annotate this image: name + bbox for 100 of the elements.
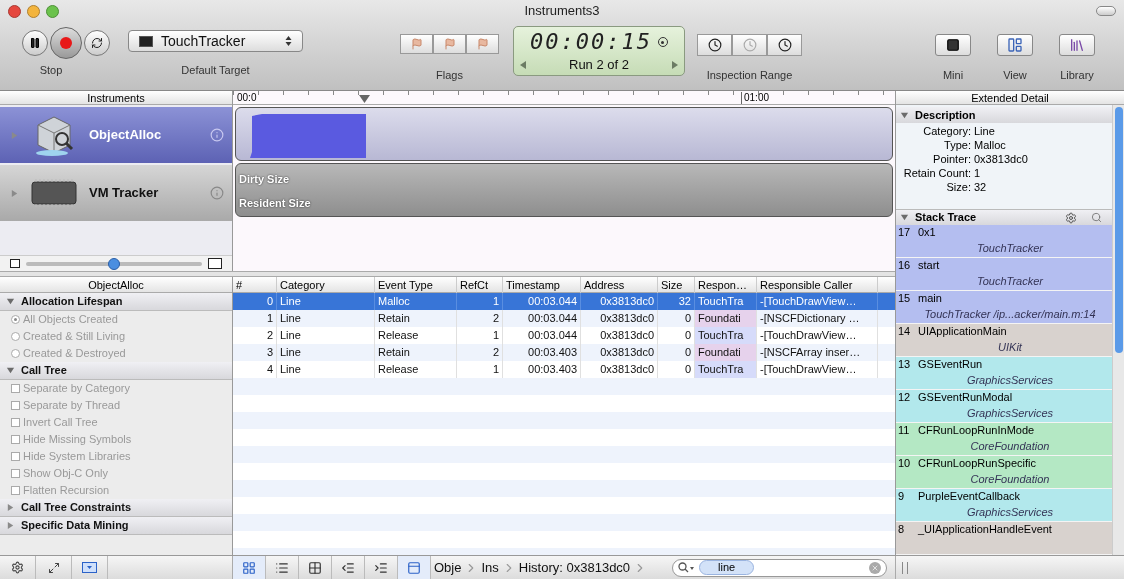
previous-arrow-icon[interactable] [519,59,527,70]
field-label: Type: [943,138,971,152]
table-cell: 0x3813dc0 [581,293,658,310]
info-icon[interactable] [210,186,224,200]
search-field[interactable]: line [672,558,887,577]
search-icon[interactable] [1091,212,1102,223]
table-cell: Retain [375,310,457,327]
table-cell: -[TouchDrawView… [757,361,878,378]
table-row[interactable]: 0 Line Malloc 1 00:03.044 0x3813dc0 32 TouchTra -[TouchDrawView… [233,293,895,310]
loop-button[interactable] [84,30,110,56]
pause-icon [29,37,41,49]
frame-index: 11 [898,423,911,438]
scrollbar[interactable] [1112,105,1124,555]
breadcrumb-item[interactable]: History: 0x3813dc0 [515,557,634,578]
breadcrumb-item[interactable]: Obje [431,557,465,578]
table-cell: Foundati [695,310,757,327]
playhead-marker-icon[interactable] [359,95,370,103]
clock-icon [742,38,757,52]
pause-button[interactable] [22,30,48,56]
toolbar-label: Library [1060,68,1094,83]
panel-toggle-icon [82,562,97,573]
view-mode-button[interactable] [398,556,431,579]
stack-frame[interactable]: 16 start TouchTracker [896,258,1112,291]
column-header: Instruments [0,91,232,105]
target-dropdown[interactable]: TouchTracker [128,30,303,52]
disclosure-triangle-icon[interactable] [6,297,15,306]
settings-icon[interactable] [1065,211,1077,224]
table-cell: 00:03.044 [503,327,581,344]
disclosure-triangle-icon[interactable] [900,110,909,120]
range-start-button[interactable] [697,34,732,56]
section-header[interactable]: Call Tree [0,362,232,380]
instrument-track[interactable]: ObjectAlloc [0,107,232,163]
table-cell: Line [277,361,375,378]
disclosure-triangle-icon[interactable] [10,188,19,198]
instrument-track[interactable]: VM Tracker [0,165,232,221]
field-value: Malloc [974,138,1006,152]
close-button[interactable] [8,4,21,18]
view-mode-icon [341,560,355,575]
table-row[interactable]: 2 Line Release 1 00:03.044 0x3813dc0 0 TouchTra -[TouchDrawView… [233,327,895,344]
stack-frame[interactable]: 12 GSEventRunModal GraphicsServices [896,390,1112,423]
table-row[interactable]: 4 Line Release 1 00:03.403 0x3813dc0 0 TouchTra -[TouchDrawView… [233,361,895,378]
table-cell: 2 [233,327,277,344]
table-row[interactable]: 3 Line Retain 2 00:03.403 0x3813dc0 0 Foundati -[NSCFArray inser… [233,344,895,361]
table-cell: -[NSCFDictionary … [757,310,878,327]
view-mode-button[interactable] [233,556,266,579]
flag-back-button[interactable] [400,34,433,54]
section-header[interactable]: Allocation Lifespan [0,293,232,311]
view-button[interactable] [997,34,1033,56]
stack-frame[interactable]: 11 CFRunLoopRunInMode CoreFoundation [896,423,1112,456]
frame-index: 9 [898,489,906,504]
next-arrow-icon[interactable] [671,59,679,70]
section-header[interactable]: Stack Trace [896,209,1112,225]
stack-frame[interactable]: 13 GSEventRun GraphicsServices [896,357,1112,390]
frame-symbol: CFRunLoopRunSpecific [918,456,1036,471]
large-track-icon[interactable] [208,258,222,269]
table-cell: -[NSCFArray inser… [757,344,878,361]
toolbar-label: Stop [39,63,63,78]
minimize-button[interactable] [27,4,40,18]
section-header[interactable]: Call Tree Constraints [0,499,232,517]
frame-symbol: 0x1 [918,225,936,240]
section-header[interactable]: Specific Data Mining [0,517,232,535]
resize-grip-icon[interactable] [902,561,908,574]
mini-button[interactable] [935,34,971,56]
graph-series-label: Dirty Size [239,172,291,187]
frame-symbol: start [918,258,940,273]
info-icon[interactable] [210,128,224,142]
flag-icon [476,38,489,50]
disclosure-triangle-icon[interactable] [900,213,909,222]
flag-next-button[interactable] [466,34,499,54]
stack-frame[interactable]: 17 0x1 TouchTracker [896,225,1112,258]
field-label: Size: [945,180,971,194]
table-cell: -[TouchDrawView… [757,327,878,344]
disclosure-triangle-icon[interactable] [6,366,15,375]
toolbar-toggle-button[interactable] [1096,6,1116,16]
frame-library: TouchTracker /ip...acker/main.m:14 [923,307,1097,322]
search-menu-icon[interactable] [678,562,695,573]
table-cell: 00:03.044 [503,310,581,327]
clear-search-icon[interactable] [869,561,881,574]
table-cell: 4 [233,361,277,378]
breadcrumb-item[interactable]: Ins [478,557,502,578]
small-track-icon[interactable] [10,259,20,268]
stack-frame[interactable]: 9 PurpleEventCallback GraphicsServices [896,489,1112,522]
table-row[interactable]: 1 Line Retain 2 00:03.044 0x3813dc0 0 Foundati -[NSCFDictionary … [233,310,895,327]
range-end-button[interactable] [767,34,802,56]
table-cell: Line [277,344,375,361]
layout-icon [1007,37,1023,53]
section-header[interactable]: Description [896,107,1112,123]
settings-icon [11,561,24,574]
table-cell: 2 [457,310,503,327]
stack-frame[interactable]: 15 main TouchTracker /ip...acker/main.m:14 [896,291,1112,324]
stack-frame[interactable]: 14 UIApplicationMain UIKit [896,324,1112,357]
stack-frame[interactable]: 10 CFRunLoopRunSpecific CoreFoundation [896,456,1112,489]
stack-frame[interactable]: 8 _UIApplicationHandleEvent [896,522,1112,555]
zoom-button[interactable] [46,4,59,18]
flag-add-button[interactable] [433,34,466,54]
toolbar-label: Mini [942,68,964,83]
graph-series-label: Resident Size [239,196,312,211]
record-button[interactable] [50,27,82,59]
table-cell: Line [277,293,375,310]
library-button[interactable] [1059,34,1095,56]
